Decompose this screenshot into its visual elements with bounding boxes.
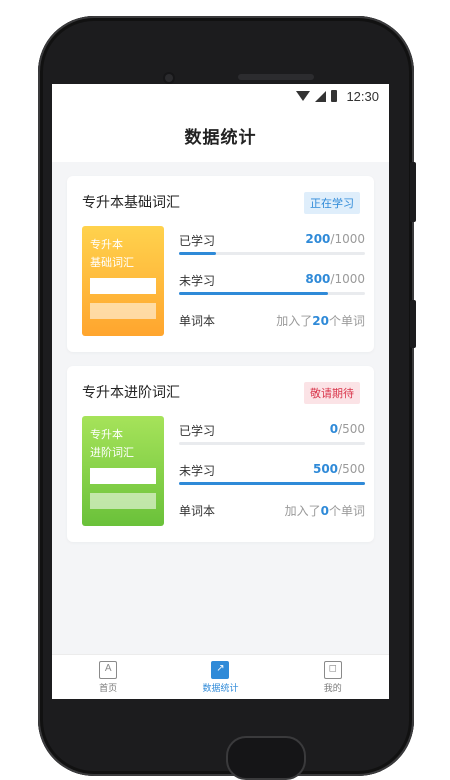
wordbook-value: 加入了20个单词 [276, 312, 365, 329]
status-time: 12:30 [346, 88, 379, 104]
tab-label: 我的 [323, 683, 342, 694]
learned-progress-fill [179, 252, 217, 255]
card-title: 专升本进阶词汇 [82, 385, 180, 401]
unlearned-label: 未学习 [179, 274, 216, 288]
content-area: 专升本基础词汇 正在学习 专升本 基础词汇 已学习 200/1000 未学习 8… [52, 162, 389, 542]
unlearned-progress-track [179, 482, 365, 485]
unlearned-total: /500 [338, 462, 365, 476]
book-cover: 专升本 基础词汇 [82, 226, 164, 336]
unlearned-count: 800 [305, 272, 331, 286]
status-bar: 12:30 [52, 84, 389, 108]
stats-list: 已学习 0/500 未学习 500/500 单词本 加入了0个单词 [179, 422, 365, 542]
tab-home[interactable]: A 首页 [68, 660, 148, 694]
tab-statistics[interactable]: ↗ 数据统计 [180, 660, 260, 694]
wordbook-row[interactable]: 单词本 加入了0个单词 [179, 502, 365, 542]
card-title: 专升本基础词汇 [82, 195, 180, 211]
learned-label: 已学习 [179, 234, 216, 248]
book-cover-stripe [90, 493, 156, 509]
unlearned-value: 800/1000 [305, 272, 365, 286]
tab-profile[interactable]: ◻ 我的 [293, 660, 373, 694]
wifi-icon [296, 91, 311, 101]
earpiece-speaker [238, 74, 314, 80]
tab-label: 数据统计 [202, 683, 239, 694]
book-label-line1: 专升本 [90, 238, 123, 251]
chart-icon: ↗ [211, 660, 230, 679]
vocab-card-basic[interactable]: 专升本基础词汇 正在学习 专升本 基础词汇 已学习 200/1000 未学习 8… [67, 176, 374, 352]
vocab-card-advanced[interactable]: 专升本进阶词汇 敬请期待 专升本 进阶词汇 已学习 0/500 未学习 500/… [67, 366, 374, 542]
wordbook-label: 单词本 [179, 504, 216, 518]
tab-label: 首页 [99, 683, 118, 694]
book-label-line2: 进阶词汇 [90, 446, 134, 459]
unlearned-row: 未学习 800/1000 [179, 272, 365, 312]
learned-row: 已学习 200/1000 [179, 232, 365, 272]
status-badge: 敬请期待 [304, 382, 360, 404]
home-icon: A [99, 660, 118, 679]
wordbook-suffix: 个单词 [328, 314, 365, 328]
wordbook-count: 0 [320, 504, 329, 518]
bottom-tab-bar: A 首页 ↗ 数据统计 ◻ 我的 [52, 654, 389, 699]
book-cover-stripe [90, 278, 156, 294]
unlearned-value: 500/500 [313, 462, 365, 476]
wordbook-prefix: 加入了 [284, 504, 321, 518]
learned-count: 0 [329, 422, 339, 436]
unlearned-progress-track [179, 292, 365, 295]
learned-row: 已学习 0/500 [179, 422, 365, 462]
wordbook-suffix: 个单词 [328, 504, 365, 518]
book-label-line1: 专升本 [90, 428, 123, 441]
signal-icon [315, 90, 327, 102]
book-cover-stripe [90, 468, 156, 484]
unlearned-count: 500 [312, 462, 339, 476]
nav-bar: 数据统计 [52, 108, 389, 162]
unlearned-progress-fill [179, 482, 365, 485]
learned-value: 200/1000 [305, 232, 365, 246]
book-label-line2: 基础词汇 [90, 256, 134, 269]
front-camera [165, 74, 173, 82]
app-screen: 12:30 数据统计 专升本基础词汇 正在学习 专升本 基础词汇 已学习 200… [52, 84, 389, 699]
book-cover: 专升本 进阶词汇 [82, 416, 164, 526]
learned-count: 200 [305, 232, 331, 246]
learned-progress-track [179, 442, 365, 445]
wordbook-count: 20 [312, 314, 329, 328]
learned-total: /500 [338, 422, 365, 436]
unlearned-total: /1000 [330, 272, 365, 286]
volume-button [410, 300, 416, 348]
book-cover-label: 专升本 进阶词汇 [90, 426, 134, 462]
status-badge: 正在学习 [304, 192, 360, 214]
learned-progress-track [179, 252, 365, 255]
book-cover-stripe [90, 303, 156, 319]
wordbook-label: 单词本 [179, 314, 216, 328]
home-button[interactable] [226, 736, 306, 780]
learned-value: 0/500 [330, 422, 365, 436]
wordbook-prefix: 加入了 [276, 314, 313, 328]
power-button [410, 162, 416, 222]
page-title: 数据统计 [184, 127, 257, 148]
profile-icon: ◻ [323, 660, 342, 679]
learned-label: 已学习 [179, 424, 216, 438]
wordbook-row[interactable]: 单词本 加入了20个单词 [179, 312, 365, 352]
battery-icon [331, 90, 338, 102]
learned-total: /1000 [330, 232, 365, 246]
unlearned-progress-fill [179, 292, 328, 295]
unlearned-label: 未学习 [179, 464, 216, 478]
book-cover-label: 专升本 基础词汇 [90, 236, 134, 272]
stats-list: 已学习 200/1000 未学习 800/1000 单词本 加入了20个单词 [179, 232, 365, 352]
wordbook-value: 加入了0个单词 [285, 502, 365, 519]
unlearned-row: 未学习 500/500 [179, 462, 365, 502]
